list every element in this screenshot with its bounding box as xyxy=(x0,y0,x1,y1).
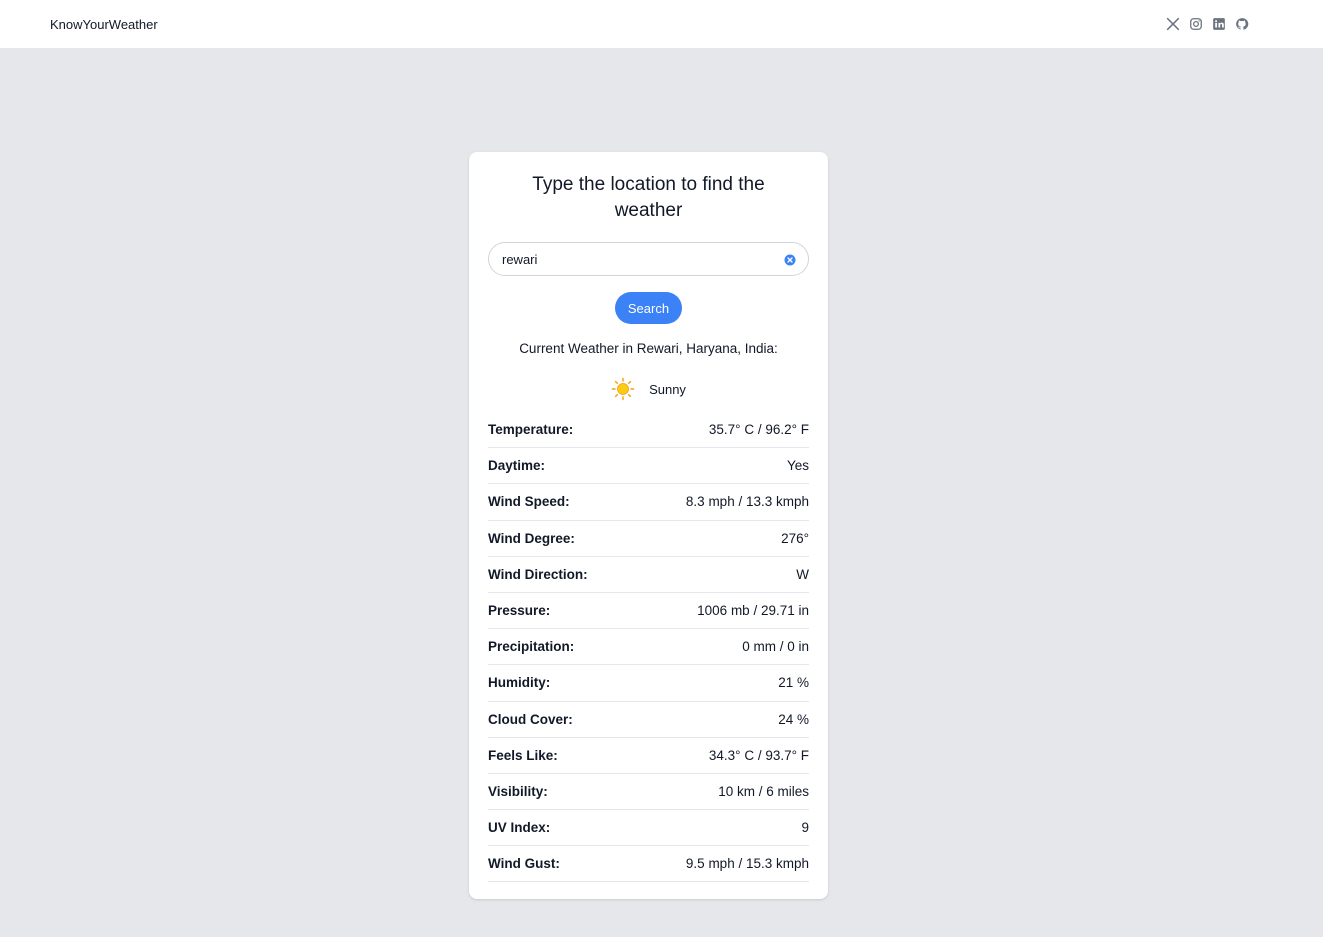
detail-label: Precipitation: xyxy=(488,639,575,655)
detail-row-precipitation: Precipitation: 0 mm / 0 in xyxy=(488,629,809,666)
detail-value: 10 km / 6 miles xyxy=(718,783,809,799)
location-input[interactable] xyxy=(488,242,809,276)
detail-row-wind-direction: Wind Direction: W xyxy=(488,557,809,593)
detail-label: Visibility: xyxy=(488,783,548,799)
detail-row-pressure: Pressure: 1006 mb / 29.71 in xyxy=(488,593,809,630)
detail-value: Yes xyxy=(786,458,809,474)
brand-link[interactable]: KnowYourWeather xyxy=(50,17,158,32)
detail-row-daytime: Daytime: Yes xyxy=(488,448,809,485)
detail-label: Cloud Cover: xyxy=(488,711,573,727)
social-links xyxy=(1165,17,1249,32)
linkedin-icon[interactable] xyxy=(1211,17,1226,32)
sun-icon xyxy=(611,377,635,401)
detail-label: Daytime: xyxy=(488,458,546,474)
weather-card: Type the location to find the weather Se… xyxy=(469,152,828,899)
x-icon[interactable] xyxy=(1165,17,1180,32)
detail-value: 35.7° C / 96.2° F xyxy=(708,422,809,438)
detail-value: 34.3° C / 93.7° F xyxy=(708,747,809,763)
detail-row-visibility: Visibility: 10 km / 6 miles xyxy=(488,774,809,811)
detail-label: Wind Direction: xyxy=(488,566,588,582)
navbar: KnowYourWeather xyxy=(0,0,1323,48)
clear-icon[interactable] xyxy=(784,253,796,266)
detail-label: Temperature: xyxy=(488,422,574,438)
detail-value: 9.5 mph / 15.3 kmph xyxy=(685,856,809,872)
detail-row-wind-speed: Wind Speed: 8.3 mph / 13.3 kmph xyxy=(488,484,809,521)
detail-row-feels-like: Feels Like: 34.3° C / 93.7° F xyxy=(488,738,809,774)
detail-label: Wind Gust: xyxy=(488,856,560,872)
detail-label: Humidity: xyxy=(488,675,551,691)
detail-value: 24 % xyxy=(778,711,809,727)
search-button[interactable]: Search xyxy=(614,292,683,324)
detail-label: UV Index: xyxy=(488,820,551,836)
github-icon[interactable] xyxy=(1234,17,1249,32)
detail-value: W xyxy=(796,566,809,582)
detail-value: 21 % xyxy=(778,675,809,691)
detail-value: 1006 mb / 29.71 in xyxy=(697,603,809,619)
detail-value: 0 mm / 0 in xyxy=(742,639,809,655)
search-field xyxy=(488,242,809,276)
weather-condition: Sunny xyxy=(488,374,809,404)
detail-row-wind-gust: Wind Gust: 9.5 mph / 15.3 kmph xyxy=(488,846,809,883)
detail-label: Pressure: xyxy=(488,603,551,619)
detail-row-humidity: Humidity: 21 % xyxy=(488,665,809,702)
search-button-row: Search xyxy=(488,292,809,324)
detail-value: 276° xyxy=(781,530,809,546)
condition-text: Sunny xyxy=(649,381,686,397)
detail-value: 9 xyxy=(801,820,809,836)
detail-row-cloud-cover: Cloud Cover: 24 % xyxy=(488,702,809,738)
instagram-icon[interactable] xyxy=(1188,17,1203,32)
detail-row-uv-index: UV Index: 9 xyxy=(488,810,809,847)
detail-label: Feels Like: xyxy=(488,747,558,763)
detail-label: Wind Speed: xyxy=(488,494,570,510)
card-title: Type the location to find the weather xyxy=(532,174,765,221)
detail-value: 8.3 mph / 13.3 kmph xyxy=(685,494,809,510)
detail-row-wind-degree: Wind Degree: 276° xyxy=(488,521,809,557)
current-weather-heading: Current Weather in Rewari, Haryana, Indi… xyxy=(519,341,778,356)
weather-details: Temperature: 35.7° C / 96.2° F Daytime: Ye… xyxy=(488,412,809,883)
detail-row-temperature: Temperature: 35.7° C / 96.2° F xyxy=(488,412,809,449)
detail-label: Wind Degree: xyxy=(488,530,575,546)
